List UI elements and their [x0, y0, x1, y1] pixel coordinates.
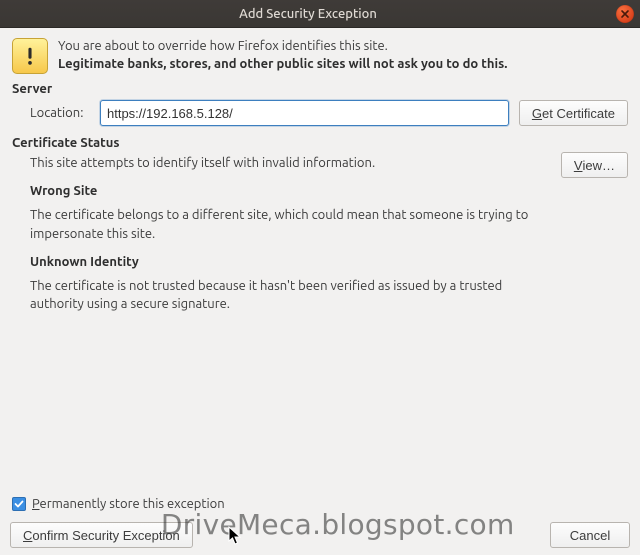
location-label: Location:: [30, 106, 90, 120]
store-exception-label: Permanently store this exception: [32, 497, 225, 511]
window-title: Add Security Exception: [0, 7, 616, 21]
dialog-footer: Confirm Security Exception Cancel: [0, 515, 640, 555]
view-accel: V: [574, 158, 583, 173]
cert-status-header: Certificate Status: [12, 136, 628, 150]
titlebar: Add Security Exception: [0, 0, 640, 28]
get-cert-accel: G: [532, 106, 542, 121]
info-row: You are about to override how Firefox id…: [12, 38, 628, 74]
get-cert-label: et Certificate: [542, 106, 615, 121]
cert-status-text: This site attempts to identify itself wi…: [30, 154, 551, 323]
cert-status-line: This site attempts to identify itself wi…: [30, 154, 551, 172]
get-certificate-button[interactable]: Get Certificate: [519, 100, 628, 126]
warning-icon: [12, 38, 48, 74]
checkmark-icon: [14, 499, 24, 509]
confirm-label: onfirm Security Exception: [32, 528, 179, 543]
server-header: Server: [12, 82, 628, 96]
info-line-1: You are about to override how Firefox id…: [58, 38, 507, 56]
unknown-identity-body: The certificate is not trusted because i…: [30, 277, 551, 313]
close-button[interactable]: [616, 5, 634, 23]
info-text: You are about to override how Firefox id…: [58, 38, 507, 74]
info-line-2: Legitimate banks, stores, and other publ…: [58, 56, 507, 74]
dialog-content: You are about to override how Firefox id…: [0, 28, 640, 329]
view-label: iew…: [582, 158, 615, 173]
wrong-site-body: The certificate belongs to a different s…: [30, 206, 551, 242]
unknown-identity-header: Unknown Identity: [30, 253, 551, 271]
close-icon: [620, 9, 630, 19]
view-button[interactable]: View…: [561, 152, 628, 178]
wrong-site-header: Wrong Site: [30, 182, 551, 200]
cancel-button[interactable]: Cancel: [550, 522, 630, 548]
server-row: Location: Get Certificate: [30, 100, 628, 126]
confirm-button[interactable]: Confirm Security Exception: [10, 522, 193, 548]
cert-status-row: This site attempts to identify itself wi…: [12, 154, 628, 323]
store-exception-checkbox[interactable]: [12, 497, 26, 511]
store-exception-row[interactable]: Permanently store this exception: [12, 497, 225, 511]
confirm-accel: C: [23, 528, 32, 543]
location-input[interactable]: [100, 100, 509, 126]
